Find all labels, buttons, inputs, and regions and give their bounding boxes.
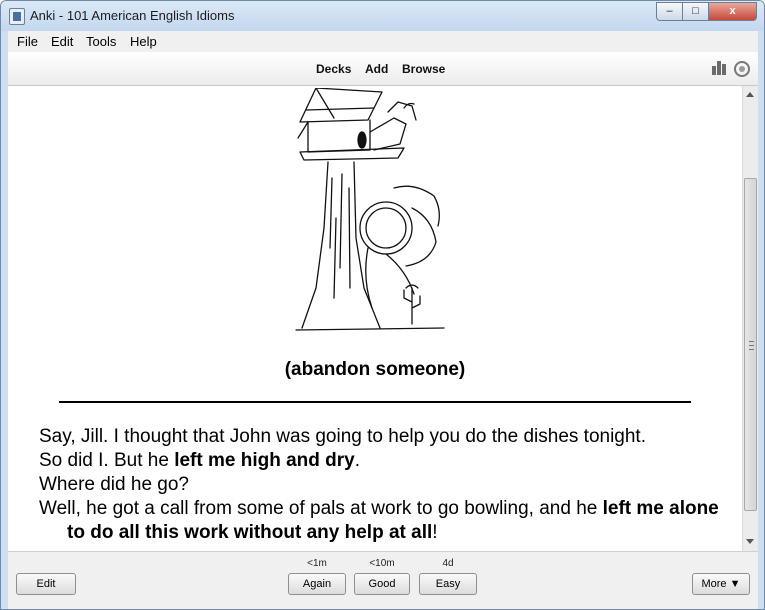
idiom-highlight: left me high and dry: [174, 450, 355, 471]
dialogue-line-4: Well, he got a call from some of pals at…: [39, 497, 729, 545]
again-button[interactable]: Again: [288, 573, 346, 595]
card-dialogue: Say, Jill. I thought that John was going…: [39, 425, 729, 545]
dialogue-line-2: So did I. But he left me high and dry.: [39, 449, 729, 473]
review-bar: Edit <1m Again <10m Good 4d Easy More ▼: [8, 551, 758, 609]
menu-help[interactable]: Help: [130, 34, 157, 49]
card-view: (abandon someone) Say, Jill. I thought t…: [8, 86, 758, 551]
grip-icon: [749, 341, 754, 350]
good-interval: <10m: [369, 558, 395, 569]
scroll-down-arrow-icon[interactable]: [746, 539, 754, 544]
browse-link[interactable]: Browse: [402, 62, 445, 76]
dialogue-text: !: [432, 522, 438, 543]
stats-icon[interactable]: [712, 61, 728, 75]
again-interval: <1m: [307, 558, 327, 569]
dialogue-text: Well, he got a call from some of pals at…: [39, 498, 603, 519]
anki-window: Anki - 101 American English Idioms – □ x…: [0, 0, 765, 610]
dialogue-line-3: Where did he go?: [39, 473, 729, 497]
menu-file[interactable]: File: [17, 34, 38, 49]
decks-link[interactable]: Decks: [316, 62, 351, 76]
vertical-scrollbar[interactable]: [742, 86, 758, 551]
menu-edit[interactable]: Edit: [51, 34, 73, 49]
dialogue-text: So did I. But he: [39, 450, 175, 471]
scrollbar-thumb[interactable]: [744, 178, 757, 511]
good-button[interactable]: Good: [354, 573, 410, 595]
close-button[interactable]: x: [708, 2, 757, 21]
card-caption: (abandon someone): [284, 359, 466, 380]
birdhouse-tree-illustration: [295, 88, 445, 331]
edit-button[interactable]: Edit: [16, 573, 76, 595]
dialogue-text: .: [354, 450, 361, 471]
main-toolbar: Decks Add Browse: [8, 52, 758, 86]
title-bar[interactable]: Anki - 101 American English Idioms – □ x: [1, 1, 764, 31]
window-title: Anki - 101 American English Idioms: [30, 8, 235, 23]
maximize-button[interactable]: □: [682, 2, 709, 21]
card-divider: [59, 401, 691, 403]
sync-icon[interactable]: [734, 61, 750, 77]
more-button[interactable]: More ▼: [692, 573, 750, 595]
add-link[interactable]: Add: [365, 62, 388, 76]
anki-app-icon: [9, 8, 25, 25]
dialogue-text: Say, Jill. I thought that John was going…: [39, 426, 646, 447]
scroll-up-arrow-icon[interactable]: [746, 92, 754, 97]
minimize-button[interactable]: –: [656, 2, 683, 21]
dialogue-text: Where did he go?: [39, 474, 189, 495]
dialogue-line-1: Say, Jill. I thought that John was going…: [39, 425, 729, 449]
menu-tools[interactable]: Tools: [86, 34, 116, 49]
menu-bar: File Edit Tools Help: [8, 31, 758, 52]
easy-interval: 4d: [442, 558, 454, 569]
easy-button[interactable]: Easy: [419, 573, 477, 595]
